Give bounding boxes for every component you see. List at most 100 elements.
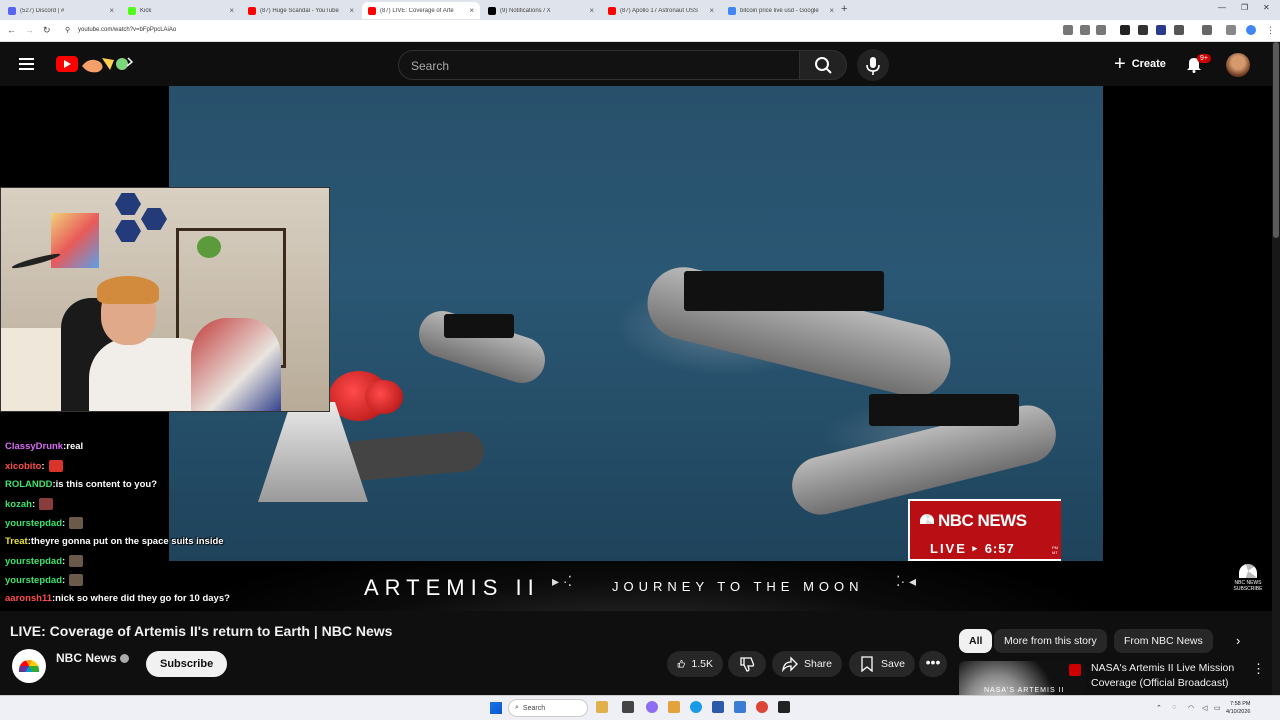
profile-icon[interactable] <box>1226 25 1236 35</box>
channel-name[interactable]: NBC News <box>56 651 117 665</box>
corner-bug-text: NBC NEWS SUBSCRIBE <box>1233 580 1263 592</box>
copilot-icon[interactable] <box>646 701 658 713</box>
close-icon[interactable]: × <box>709 6 714 15</box>
chat-separator: : <box>31 498 36 510</box>
tab-youtube-live[interactable]: (87) LIVE: Coverage of Arte × <box>362 2 480 19</box>
tab-kick[interactable]: Kick × <box>122 2 240 19</box>
chip-from-nbc-news[interactable]: From NBC News <box>1114 629 1213 653</box>
share-button[interactable]: Share <box>772 651 843 677</box>
tab-youtube-scandal[interactable]: (87) Huge Scandal - YouTube × <box>242 2 360 19</box>
share-label: Share <box>804 658 833 670</box>
battery-icon[interactable]: ▭ <box>1214 704 1221 712</box>
taskbar-clock[interactable]: 7:58 PM 4/10/2026 <box>1226 700 1250 716</box>
youtube-logo-icon[interactable] <box>56 56 78 72</box>
edge-icon[interactable] <box>690 701 702 713</box>
chat-username[interactable]: xicobito <box>5 461 41 472</box>
back-icon[interactable]: ← <box>7 25 16 35</box>
sidepanel-icon[interactable] <box>1202 25 1212 35</box>
taskbar-widget-icon[interactable] <box>596 701 608 713</box>
chat-username[interactable]: Treat <box>5 536 28 547</box>
tray-chevron-icon[interactable]: ⌃ <box>1156 704 1162 712</box>
account-avatar[interactable] <box>1226 53 1250 77</box>
close-window-icon[interactable]: ✕ <box>1263 3 1270 12</box>
site-info-icon[interactable]: ⚲ <box>65 26 70 34</box>
browser-menu-icon[interactable]: ⋮ <box>1266 25 1275 36</box>
tab-title: Kick <box>140 7 152 14</box>
channel-name-row[interactable]: NBC News <box>56 651 129 665</box>
chat-emote-icon <box>48 460 63 472</box>
chat-username[interactable]: aaronsh11 <box>5 593 52 604</box>
chat-username[interactable]: ClassyDrunk <box>5 441 63 452</box>
chat-username[interactable]: yourstepdad <box>5 518 62 529</box>
url-field[interactable]: ⚲ youtube.com/watch?v=bFpPpcLAiAo <box>60 23 1060 39</box>
close-icon[interactable]: × <box>109 6 114 15</box>
chat-username[interactable]: ROLANDD <box>5 479 53 490</box>
search-box[interactable] <box>398 50 800 81</box>
chevron-right-icon[interactable]: › <box>1236 633 1240 648</box>
wall-hexagon <box>115 220 141 242</box>
task-view-icon[interactable] <box>622 701 634 713</box>
like-button[interactable]: 1.5K <box>667 651 723 677</box>
menu-icon[interactable] <box>19 58 34 70</box>
nbc-corner-bug: NBC NEWS SUBSCRIBE <box>1232 564 1264 592</box>
extension-icon[interactable] <box>1138 25 1148 35</box>
save-button[interactable]: Save <box>849 651 915 677</box>
voice-search-button[interactable] <box>857 49 889 81</box>
forward-icon[interactable]: → <box>25 25 34 35</box>
wifi-icon[interactable]: ◠ <box>1188 704 1194 712</box>
chrome-icon[interactable] <box>756 701 768 713</box>
bookmark-star-icon[interactable] <box>1096 25 1106 35</box>
page-scrollbar[interactable] <box>1272 42 1280 695</box>
close-icon[interactable]: × <box>469 6 474 15</box>
account-avatar-icon[interactable] <box>1246 25 1256 35</box>
file-explorer-icon[interactable] <box>668 701 680 713</box>
tab-discord[interactable]: (527) Discord | # × <box>2 2 120 19</box>
crew <box>444 314 514 338</box>
chip-all[interactable]: All <box>959 629 993 653</box>
chat-username[interactable]: yourstepdad <box>5 556 62 567</box>
zoom-icon[interactable] <box>1080 25 1090 35</box>
tray-icon[interactable]: ◌ <box>1172 704 1176 711</box>
taskbar-search[interactable]: ⌕ Search <box>508 699 588 717</box>
close-icon[interactable]: × <box>829 6 834 15</box>
volume-icon[interactable]: ◁ <box>1202 704 1207 712</box>
tab-x-notifications[interactable]: (9) Notifications / X × <box>482 2 600 19</box>
close-icon[interactable]: × <box>589 6 594 15</box>
doodle-logo-icon[interactable] <box>80 54 134 74</box>
minimize-icon[interactable]: — <box>1218 3 1226 12</box>
kebab-menu-icon[interactable]: ⋮ <box>1252 661 1265 677</box>
chat-username[interactable]: kozah <box>5 499 32 510</box>
scrollbar-thumb[interactable] <box>1273 42 1279 238</box>
url-text[interactable]: youtube.com/watch?v=bFpPpcLAiAo <box>78 27 176 33</box>
more-actions-icon[interactable]: ••• <box>919 651 947 677</box>
reload-icon[interactable]: ↻ <box>43 25 51 36</box>
dislike-button[interactable] <box>728 651 766 677</box>
extensions-puzzle-icon[interactable] <box>1174 25 1184 35</box>
subscribe-button[interactable]: Subscribe <box>146 651 228 677</box>
store-icon[interactable] <box>712 701 724 713</box>
tab-youtube-apollo[interactable]: (87) Apollo 17 Astronaut USS × <box>602 2 720 19</box>
extension-icon[interactable] <box>1120 25 1130 35</box>
related-video-title[interactable]: NASA's Artemis II Live Mission Coverage … <box>1091 661 1251 691</box>
mail-icon[interactable] <box>734 701 746 713</box>
windows-start-icon[interactable] <box>490 702 502 714</box>
create-button[interactable]: + Create <box>1104 50 1176 78</box>
chip-more-from-story[interactable]: More from this story <box>994 629 1107 653</box>
close-icon[interactable]: × <box>229 6 234 15</box>
search-icon <box>815 57 832 74</box>
nbc-live-bug: NBC NEWS LIVE ▸ 6:57 PM MT <box>908 499 1061 561</box>
extension-icon[interactable] <box>1156 25 1166 35</box>
restore-icon[interactable]: ❐ <box>1241 3 1248 12</box>
channel-avatar[interactable] <box>12 649 46 683</box>
cast-icon[interactable] <box>1063 25 1073 35</box>
obs-icon[interactable] <box>778 701 790 713</box>
google-icon <box>728 6 736 15</box>
search-input[interactable] <box>399 51 799 81</box>
tab-google[interactable]: bitcoin price live usd - Google × <box>722 2 840 19</box>
wall-art <box>51 213 99 268</box>
chat-text: theyre gonna put on the space suits insi… <box>30 536 224 547</box>
chat-username[interactable]: yourstepdad <box>5 575 62 586</box>
new-tab-icon[interactable]: + <box>841 3 847 15</box>
close-icon[interactable]: × <box>349 6 354 15</box>
search-button[interactable] <box>799 50 847 80</box>
